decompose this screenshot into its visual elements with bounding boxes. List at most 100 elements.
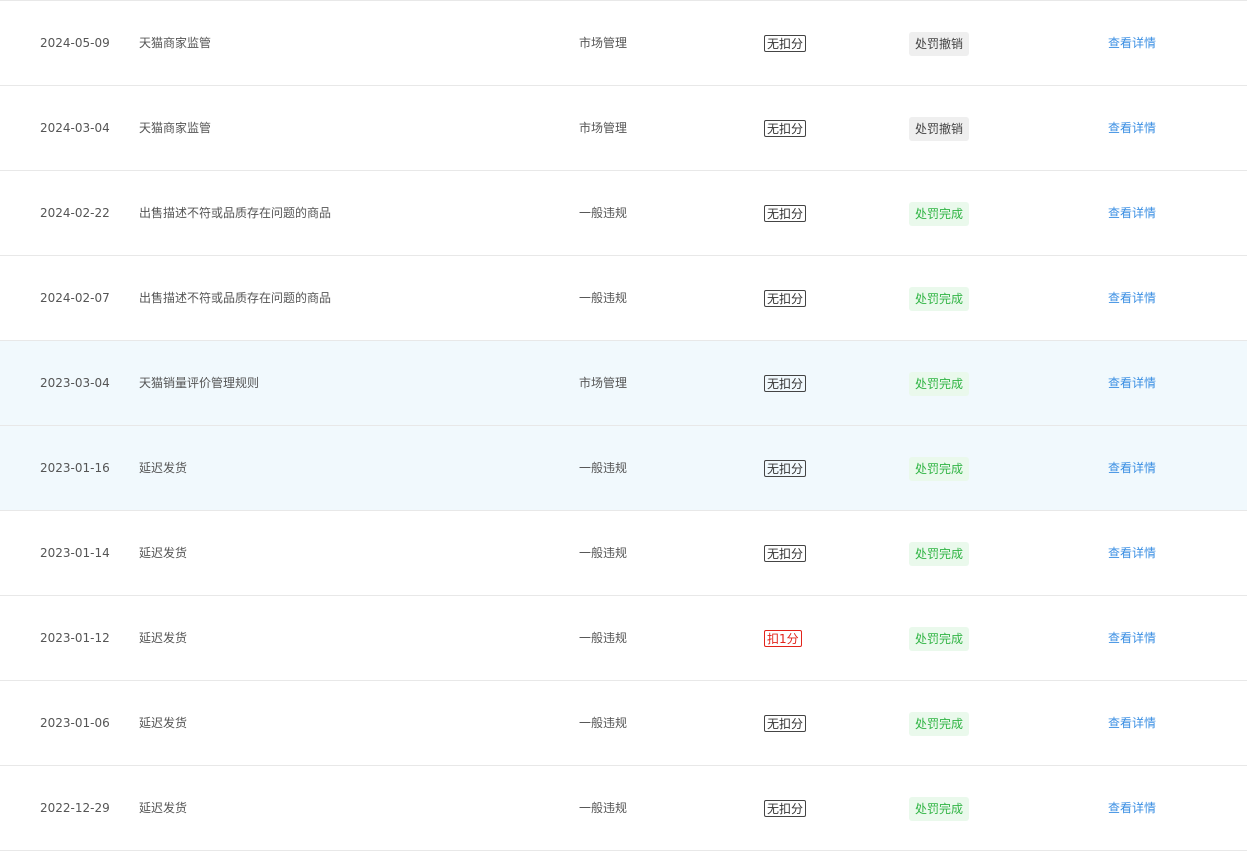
points-badge: 无扣分 [764,120,807,137]
action-cell: 查看详情 [1108,86,1156,170]
table-row: 2024-02-22 出售描述不符或品质存在问题的商品 一般违规 无扣分 处罚完… [0,171,1247,256]
status-cell: 处罚撤销 [909,86,970,170]
violation-type-cell: 市场管理 [579,36,628,50]
reason-cell: 延迟发货 [139,461,188,475]
action-cell: 查看详情 [1108,681,1156,765]
penalty-records-table: 2024-05-09 天猫商家监管 市场管理 无扣分 处罚撤销 查看详情 202… [0,0,1247,851]
status-badge: 处罚完成 [909,626,970,651]
date-cell: 2023-01-16 [40,461,110,475]
action-cell: 查看详情 [1108,341,1156,425]
violation-type-cell: 一般违规 [579,546,628,560]
date-cell: 2023-01-12 [40,631,110,645]
table-row: 2024-03-04 天猫商家监管 市场管理 无扣分 处罚撤销 查看详情 [0,86,1247,171]
date-cell: 2023-01-06 [40,716,110,730]
points-badge: 无扣分 [764,205,807,222]
points-badge: 扣1分 [764,630,802,647]
status-cell: 处罚撤销 [909,1,970,85]
status-badge: 处罚撤销 [909,31,970,56]
status-cell: 处罚完成 [909,171,970,255]
status-badge: 处罚完成 [909,286,970,311]
points-badge: 无扣分 [764,290,807,307]
table-row: 2023-03-04 天猫销量评价管理规则 市场管理 无扣分 处罚完成 查看详情 [0,341,1247,426]
view-details-link[interactable]: 查看详情 [1108,801,1156,815]
points-cell: 无扣分 [764,171,807,255]
action-cell: 查看详情 [1108,511,1156,595]
action-cell: 查看详情 [1108,426,1156,510]
date-cell: 2024-02-22 [40,206,110,220]
violation-type-cell: 一般违规 [579,716,628,730]
status-badge: 处罚完成 [909,711,970,736]
action-cell: 查看详情 [1108,171,1156,255]
status-cell: 处罚完成 [909,766,970,850]
violation-type-cell: 一般违规 [579,801,628,815]
reason-cell: 延迟发货 [139,801,188,815]
points-badge: 无扣分 [764,35,807,52]
reason-cell: 天猫商家监管 [139,121,212,135]
points-badge: 无扣分 [764,460,807,477]
status-badge: 处罚完成 [909,796,970,821]
action-cell: 查看详情 [1108,766,1156,850]
view-details-link[interactable]: 查看详情 [1108,716,1156,730]
points-cell: 无扣分 [764,511,807,595]
status-cell: 处罚完成 [909,341,970,425]
reason-cell: 出售描述不符或品质存在问题的商品 [139,291,332,305]
date-cell: 2023-03-04 [40,376,110,390]
action-cell: 查看详情 [1108,596,1156,680]
table-row: 2023-01-14 延迟发货 一般违规 无扣分 处罚完成 查看详情 [0,511,1247,596]
reason-cell: 出售描述不符或品质存在问题的商品 [139,206,332,220]
table-row: 2022-12-29 延迟发货 一般违规 无扣分 处罚完成 查看详情 [0,766,1247,851]
violation-type-cell: 市场管理 [579,121,628,135]
date-cell: 2024-02-07 [40,291,110,305]
date-cell: 2023-01-14 [40,546,110,560]
table-row: 2023-01-16 延迟发货 一般违规 无扣分 处罚完成 查看详情 [0,426,1247,511]
table-row: 2023-01-12 延迟发货 一般违规 扣1分 处罚完成 查看详情 [0,596,1247,681]
violation-type-cell: 市场管理 [579,376,628,390]
status-cell: 处罚完成 [909,426,970,510]
table-row: 2024-05-09 天猫商家监管 市场管理 无扣分 处罚撤销 查看详情 [0,1,1247,86]
view-details-link[interactable]: 查看详情 [1108,36,1156,50]
violation-type-cell: 一般违规 [579,631,628,645]
table-row: 2024-02-07 出售描述不符或品质存在问题的商品 一般违规 无扣分 处罚完… [0,256,1247,341]
reason-cell: 延迟发货 [139,546,188,560]
points-cell: 无扣分 [764,1,807,85]
view-details-link[interactable]: 查看详情 [1108,376,1156,390]
points-cell: 无扣分 [764,766,807,850]
points-badge: 无扣分 [764,715,807,732]
status-badge: 处罚完成 [909,371,970,396]
points-cell: 无扣分 [764,86,807,170]
view-details-link[interactable]: 查看详情 [1108,206,1156,220]
date-cell: 2022-12-29 [40,801,110,815]
date-cell: 2024-03-04 [40,121,110,135]
violation-type-cell: 一般违规 [579,291,628,305]
points-badge: 无扣分 [764,545,807,562]
view-details-link[interactable]: 查看详情 [1108,291,1156,305]
points-cell: 无扣分 [764,341,807,425]
points-cell: 扣1分 [764,596,802,680]
status-cell: 处罚完成 [909,511,970,595]
points-cell: 无扣分 [764,426,807,510]
action-cell: 查看详情 [1108,1,1156,85]
view-details-link[interactable]: 查看详情 [1108,121,1156,135]
view-details-link[interactable]: 查看详情 [1108,631,1156,645]
status-badge: 处罚完成 [909,456,970,481]
date-cell: 2024-05-09 [40,36,110,50]
status-cell: 处罚完成 [909,596,970,680]
status-badge: 处罚完成 [909,541,970,566]
status-badge: 处罚完成 [909,201,970,226]
reason-cell: 延迟发货 [139,631,188,645]
status-cell: 处罚完成 [909,256,970,340]
violation-type-cell: 一般违规 [579,206,628,220]
points-cell: 无扣分 [764,256,807,340]
reason-cell: 延迟发货 [139,716,188,730]
view-details-link[interactable]: 查看详情 [1108,546,1156,560]
table-row: 2023-01-06 延迟发货 一般违规 无扣分 处罚完成 查看详情 [0,681,1247,766]
reason-cell: 天猫销量评价管理规则 [139,376,260,390]
reason-cell: 天猫商家监管 [139,36,212,50]
points-badge: 无扣分 [764,375,807,392]
points-badge: 无扣分 [764,800,807,817]
points-cell: 无扣分 [764,681,807,765]
status-badge: 处罚撤销 [909,116,970,141]
view-details-link[interactable]: 查看详情 [1108,461,1156,475]
status-cell: 处罚完成 [909,681,970,765]
violation-type-cell: 一般违规 [579,461,628,475]
